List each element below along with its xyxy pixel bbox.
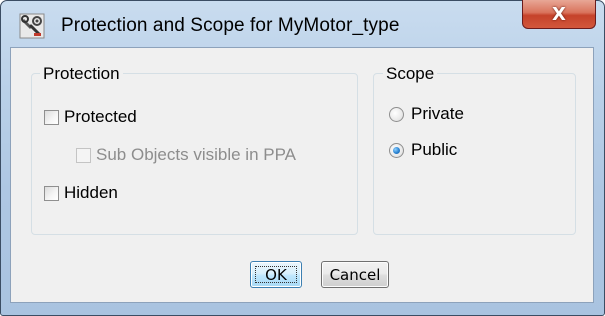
protection-group: Protection Protected Sub Objects visible…	[31, 64, 358, 235]
window-title: Protection and Scope for MyMotor_type	[61, 15, 400, 36]
hidden-checkbox[interactable]	[44, 185, 59, 201]
dialog-window: Protection and Scope for MyMotor_type X …	[0, 0, 605, 316]
title-bar[interactable]: Protection and Scope for MyMotor_type X	[1, 0, 604, 47]
scope-public-row[interactable]: Public	[389, 140, 457, 160]
private-radio[interactable]	[389, 106, 404, 122]
cancel-button-label: Cancel	[329, 265, 381, 284]
protected-checkbox-row[interactable]: Protected	[44, 107, 137, 127]
cancel-button[interactable]: Cancel	[321, 261, 389, 288]
protection-group-legend: Protection	[40, 64, 123, 84]
sub-objects-label: Sub Objects visible in PPA	[96, 145, 296, 164]
public-radio[interactable]	[389, 142, 404, 158]
hidden-label[interactable]: Hidden	[64, 183, 118, 203]
wrench-gear-icon	[19, 13, 45, 39]
protected-checkbox[interactable]	[44, 109, 59, 125]
hidden-checkbox-row[interactable]: Hidden	[44, 183, 118, 203]
ok-button[interactable]: OK	[250, 261, 302, 288]
scope-private-row[interactable]: Private	[389, 104, 464, 124]
dialog-client-area: Protection Protected Sub Objects visible…	[10, 47, 594, 303]
sub-objects-checkbox	[76, 147, 91, 163]
close-button[interactable]: X	[522, 0, 596, 29]
sub-objects-checkbox-row: Sub Objects visible in PPA	[76, 145, 296, 165]
close-icon: X	[552, 3, 566, 25]
protected-label[interactable]: Protected	[64, 107, 137, 127]
private-label[interactable]: Private	[411, 104, 464, 124]
scope-group-legend: Scope	[383, 64, 438, 84]
scope-group: Scope Private Public	[373, 64, 576, 235]
focus-ring	[255, 266, 297, 283]
public-label[interactable]: Public	[411, 140, 457, 160]
